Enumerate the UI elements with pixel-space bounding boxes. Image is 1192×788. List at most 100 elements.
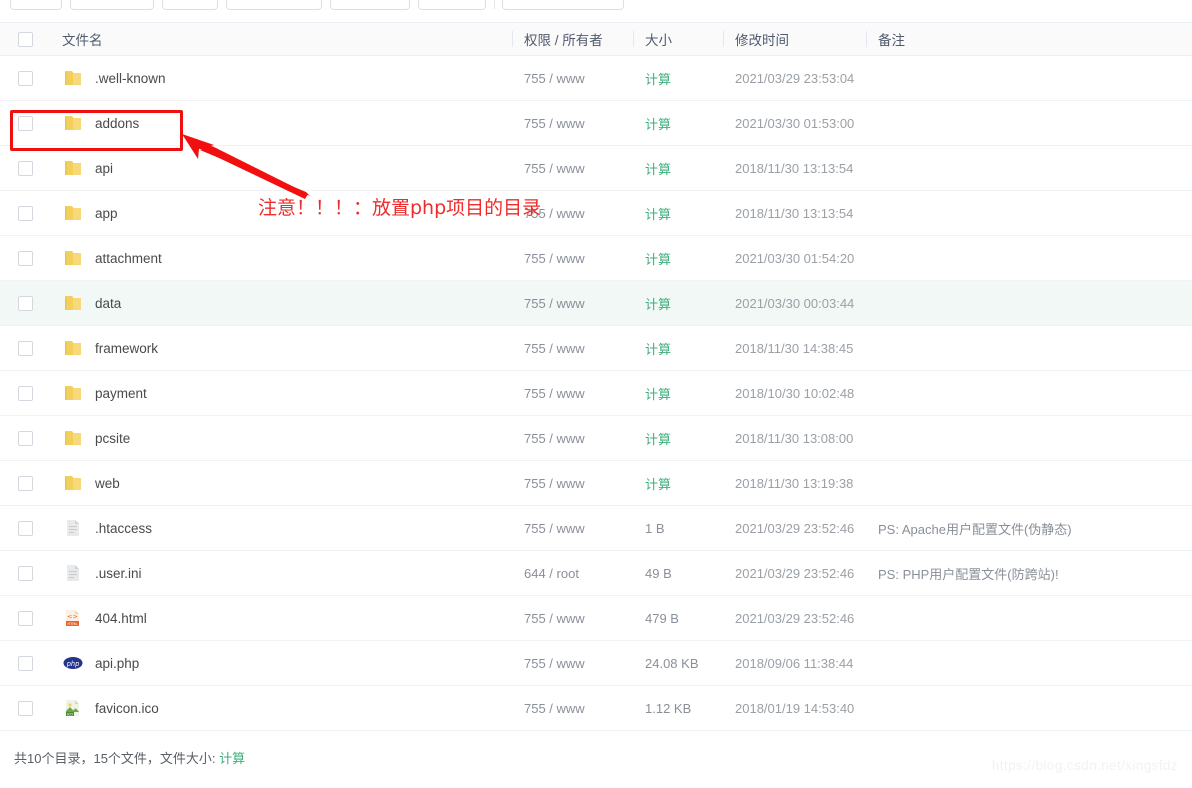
file-size-calc-link[interactable]: 计算 xyxy=(633,114,723,133)
file-name-cell[interactable]: api xyxy=(50,157,512,179)
toolbar-button-3[interactable] xyxy=(162,0,218,10)
row-checkbox[interactable] xyxy=(18,521,33,536)
file-name-label[interactable]: api xyxy=(95,161,113,176)
file-permission-cell[interactable]: 755 / www xyxy=(512,206,633,221)
row-checkbox[interactable] xyxy=(18,341,33,356)
file-size-calc-link[interactable]: 计算 xyxy=(633,159,723,178)
table-row[interactable]: pcsite755 / www计算2018/11/30 13:08:00 xyxy=(0,416,1192,461)
table-row[interactable]: app755 / www计算2018/11/30 13:13:54 xyxy=(0,191,1192,236)
file-name-cell[interactable]: phpapi.php xyxy=(50,652,512,674)
file-name-label[interactable]: payment xyxy=(95,386,147,401)
row-checkbox-cell[interactable] xyxy=(0,386,50,401)
row-checkbox-cell[interactable] xyxy=(0,341,50,356)
toolbar-button-6[interactable] xyxy=(418,0,486,10)
file-name-cell[interactable]: .htaccess xyxy=(50,517,512,539)
file-name-label[interactable]: pcsite xyxy=(95,431,130,446)
file-name-cell[interactable]: ICOfavicon.ico xyxy=(50,697,512,719)
file-name-cell[interactable]: framework xyxy=(50,337,512,359)
table-row[interactable]: ICOfavicon.ico755 / www1.12 KB2018/01/19… xyxy=(0,686,1192,731)
toolbar-button-2[interactable] xyxy=(70,0,154,10)
file-name-label[interactable]: 404.html xyxy=(95,611,147,626)
table-row[interactable]: api755 / www计算2018/11/30 13:13:54 xyxy=(0,146,1192,191)
column-header-modified[interactable]: 修改时间 xyxy=(723,29,866,49)
row-checkbox-cell[interactable] xyxy=(0,566,50,581)
file-name-cell[interactable]: addons xyxy=(50,112,512,134)
row-checkbox-cell[interactable] xyxy=(0,656,50,671)
table-row[interactable]: data755 / www计算2021/03/30 00:03:44 xyxy=(0,281,1192,326)
table-row[interactable]: attachment755 / www计算2021/03/30 01:54:20 xyxy=(0,236,1192,281)
file-name-label[interactable]: .user.ini xyxy=(95,566,142,581)
select-all-checkbox[interactable] xyxy=(18,32,33,47)
row-checkbox[interactable] xyxy=(18,386,33,401)
row-checkbox[interactable] xyxy=(18,296,33,311)
file-size-calc-link[interactable]: 计算 xyxy=(633,249,723,268)
table-row[interactable]: framework755 / www计算2018/11/30 14:38:45 xyxy=(0,326,1192,371)
row-checkbox-cell[interactable] xyxy=(0,431,50,446)
row-checkbox[interactable] xyxy=(18,431,33,446)
file-name-label[interactable]: data xyxy=(95,296,121,311)
file-name-cell[interactable]: payment xyxy=(50,382,512,404)
file-name-label[interactable]: favicon.ico xyxy=(95,701,159,716)
file-permission-cell[interactable]: 755 / www xyxy=(512,161,633,176)
table-row[interactable]: .htaccess755 / www1 B2021/03/29 23:52:46… xyxy=(0,506,1192,551)
file-permission-cell[interactable]: 755 / www xyxy=(512,386,633,401)
table-row[interactable]: .user.ini644 / root49 B2021/03/29 23:52:… xyxy=(0,551,1192,596)
table-row[interactable]: addons755 / www计算2021/03/30 01:53:00 xyxy=(0,101,1192,146)
row-checkbox[interactable] xyxy=(18,251,33,266)
file-size-calc-link[interactable]: 计算 xyxy=(633,429,723,448)
file-permission-cell[interactable]: 755 / www xyxy=(512,296,633,311)
toolbar-button-7[interactable] xyxy=(502,0,624,10)
file-name-cell[interactable]: <>HTML404.html xyxy=(50,607,512,629)
file-size-calc-link[interactable]: 计算 xyxy=(633,204,723,223)
row-checkbox[interactable] xyxy=(18,116,33,131)
row-checkbox-cell[interactable] xyxy=(0,161,50,176)
file-size-calc-link[interactable]: 计算 xyxy=(633,339,723,358)
file-name-label[interactable]: attachment xyxy=(95,251,162,266)
row-checkbox[interactable] xyxy=(18,611,33,626)
file-permission-cell[interactable]: 755 / www xyxy=(512,116,633,131)
row-checkbox-cell[interactable] xyxy=(0,521,50,536)
file-name-label[interactable]: .well-known xyxy=(95,71,166,86)
row-checkbox[interactable] xyxy=(18,206,33,221)
file-name-label[interactable]: app xyxy=(95,206,118,221)
row-checkbox-cell[interactable] xyxy=(0,296,50,311)
column-header-name[interactable]: 文件名 xyxy=(50,29,512,49)
file-size-calc-link[interactable]: 计算 xyxy=(633,294,723,313)
file-name-label[interactable]: web xyxy=(95,476,120,491)
file-permission-cell[interactable]: 644 / root xyxy=(512,566,633,581)
row-checkbox-cell[interactable] xyxy=(0,116,50,131)
table-row[interactable]: web755 / www计算2018/11/30 13:19:38 xyxy=(0,461,1192,506)
file-name-cell[interactable]: .well-known xyxy=(50,67,512,89)
file-permission-cell[interactable]: 755 / www xyxy=(512,611,633,626)
row-checkbox-cell[interactable] xyxy=(0,206,50,221)
file-permission-cell[interactable]: 755 / www xyxy=(512,341,633,356)
file-name-cell[interactable]: web xyxy=(50,472,512,494)
row-checkbox-cell[interactable] xyxy=(0,701,50,716)
row-checkbox[interactable] xyxy=(18,476,33,491)
toolbar-button-5[interactable] xyxy=(330,0,410,10)
row-checkbox-cell[interactable] xyxy=(0,251,50,266)
toolbar-button-4[interactable] xyxy=(226,0,322,10)
table-row[interactable]: payment755 / www计算2018/10/30 10:02:48 xyxy=(0,371,1192,416)
file-name-cell[interactable]: pcsite xyxy=(50,427,512,449)
row-checkbox[interactable] xyxy=(18,161,33,176)
file-name-label[interactable]: framework xyxy=(95,341,158,356)
file-name-cell[interactable]: app xyxy=(50,202,512,224)
file-name-cell[interactable]: .user.ini xyxy=(50,562,512,584)
row-checkbox[interactable] xyxy=(18,656,33,671)
file-permission-cell[interactable]: 755 / www xyxy=(512,521,633,536)
row-checkbox-cell[interactable] xyxy=(0,71,50,86)
file-permission-cell[interactable]: 755 / www xyxy=(512,431,633,446)
table-row[interactable]: phpapi.php755 / www24.08 KB2018/09/06 11… xyxy=(0,641,1192,686)
row-checkbox-cell[interactable] xyxy=(0,611,50,626)
row-checkbox-cell[interactable] xyxy=(0,476,50,491)
toolbar-button-1[interactable] xyxy=(10,0,62,10)
file-permission-cell[interactable]: 755 / www xyxy=(512,251,633,266)
column-header-note[interactable]: 备注 xyxy=(866,29,1192,49)
table-row[interactable]: <>HTML404.html755 / www479 B2021/03/29 2… xyxy=(0,596,1192,641)
file-size-calc-link[interactable]: 计算 xyxy=(633,69,723,88)
row-checkbox[interactable] xyxy=(18,71,33,86)
footer-calc-link[interactable]: 计算 xyxy=(219,751,245,766)
table-row[interactable]: .well-known755 / www计算2021/03/29 23:53:0… xyxy=(0,56,1192,101)
file-permission-cell[interactable]: 755 / www xyxy=(512,656,633,671)
